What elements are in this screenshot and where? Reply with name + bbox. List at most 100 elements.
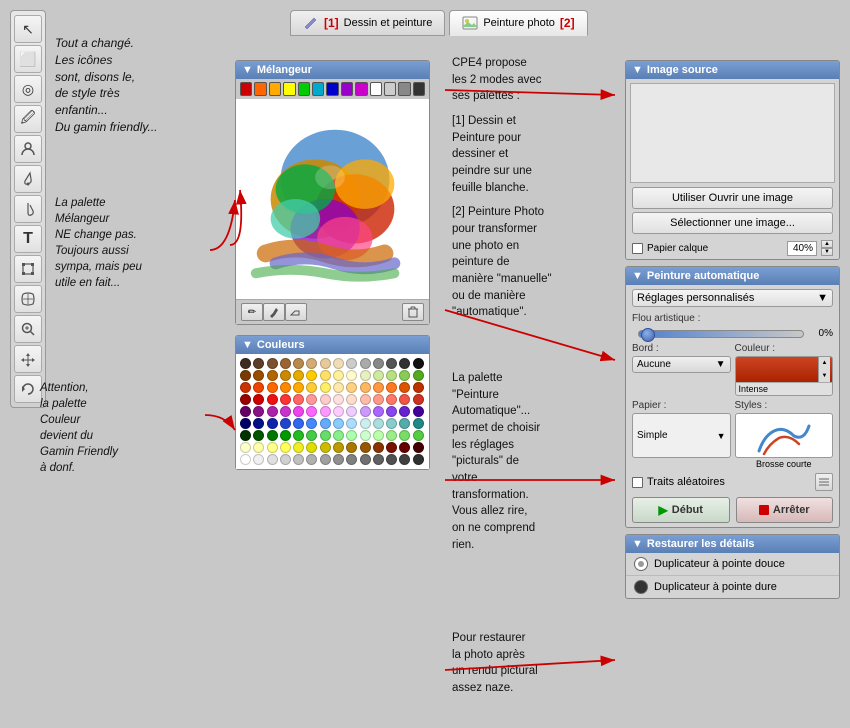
color-dot[interactable] xyxy=(360,394,371,405)
color-dot[interactable] xyxy=(399,382,410,393)
color-dot[interactable] xyxy=(399,406,410,417)
color-dot[interactable] xyxy=(360,382,371,393)
color-dot[interactable] xyxy=(293,406,304,417)
color-dot[interactable] xyxy=(320,382,331,393)
color-dot[interactable] xyxy=(306,382,317,393)
couleur-swatch[interactable]: ▲ ▼ Intense xyxy=(735,356,834,396)
color-dot[interactable] xyxy=(373,406,384,417)
color-dot[interactable] xyxy=(293,394,304,405)
color-dot[interactable] xyxy=(280,406,291,417)
color-dot[interactable] xyxy=(306,430,317,441)
color-dot[interactable] xyxy=(280,430,291,441)
color-dot[interactable] xyxy=(386,358,397,369)
color-dot[interactable] xyxy=(280,454,291,465)
color-dot[interactable] xyxy=(253,382,264,393)
swatch-red[interactable] xyxy=(240,82,252,96)
color-dot[interactable] xyxy=(360,442,371,453)
radio-douce[interactable] xyxy=(634,557,648,571)
color-dot[interactable] xyxy=(280,418,291,429)
color-dot[interactable] xyxy=(346,454,357,465)
color-dot[interactable] xyxy=(399,370,410,381)
color-dot[interactable] xyxy=(280,394,291,405)
flou-slider[interactable] xyxy=(638,330,804,338)
swatch-yellow[interactable] xyxy=(283,82,295,96)
color-dot[interactable] xyxy=(320,358,331,369)
color-dot[interactable] xyxy=(280,358,291,369)
arreter-button[interactable]: Arrêter xyxy=(736,497,834,523)
color-dot[interactable] xyxy=(253,358,264,369)
color-dot[interactable] xyxy=(240,418,251,429)
color-dot[interactable] xyxy=(280,442,291,453)
footer-dropper-btn[interactable] xyxy=(263,303,285,321)
tool-text[interactable]: T xyxy=(14,225,42,253)
color-dot[interactable] xyxy=(399,394,410,405)
swatch-white[interactable] xyxy=(370,82,382,96)
color-dot[interactable] xyxy=(399,358,410,369)
footer-trash-btn[interactable] xyxy=(402,303,424,321)
color-dot[interactable] xyxy=(413,454,424,465)
color-dot[interactable] xyxy=(293,418,304,429)
tool-clone[interactable] xyxy=(14,135,42,163)
color-dot[interactable] xyxy=(346,358,357,369)
color-dot[interactable] xyxy=(253,370,264,381)
tool-warp[interactable] xyxy=(14,285,42,313)
color-dot[interactable] xyxy=(267,442,278,453)
tool-brush[interactable] xyxy=(14,165,42,193)
swatch-gray[interactable] xyxy=(398,82,410,96)
color-dot[interactable] xyxy=(333,418,344,429)
color-dot[interactable] xyxy=(413,370,424,381)
color-dot[interactable] xyxy=(240,454,251,465)
tool-dropper[interactable]: 🖉 xyxy=(14,105,42,133)
swatch-magenta[interactable] xyxy=(355,82,367,96)
color-dot[interactable] xyxy=(333,382,344,393)
stepper-up[interactable]: ▲ xyxy=(821,240,833,248)
swatch-blue-green[interactable] xyxy=(312,82,324,96)
color-dot[interactable] xyxy=(267,370,278,381)
tool-zoom[interactable] xyxy=(14,315,42,343)
papier-preview[interactable]: Simple ▼ xyxy=(632,413,731,458)
swatch-green[interactable] xyxy=(298,82,310,96)
color-dot[interactable] xyxy=(267,394,278,405)
color-dot[interactable] xyxy=(240,406,251,417)
color-dot[interactable] xyxy=(373,382,384,393)
color-dot[interactable] xyxy=(399,454,410,465)
tool-transform[interactable] xyxy=(14,255,42,283)
color-dot[interactable] xyxy=(320,394,331,405)
traits-settings-btn[interactable] xyxy=(815,473,833,491)
color-dot[interactable] xyxy=(360,418,371,429)
bord-select[interactable]: Aucune ▼ xyxy=(632,356,731,373)
color-dot[interactable] xyxy=(333,394,344,405)
color-dot[interactable] xyxy=(333,358,344,369)
color-dot[interactable] xyxy=(333,406,344,417)
color-dot[interactable] xyxy=(267,382,278,393)
color-dot[interactable] xyxy=(413,430,424,441)
flou-thumb[interactable] xyxy=(641,328,655,342)
color-dot[interactable] xyxy=(386,418,397,429)
debut-button[interactable]: ▶ Début xyxy=(632,497,730,523)
color-dot[interactable] xyxy=(306,394,317,405)
color-dot[interactable] xyxy=(399,418,410,429)
tool-smudge[interactable] xyxy=(14,195,42,223)
color-dot[interactable] xyxy=(320,418,331,429)
color-dot[interactable] xyxy=(373,394,384,405)
swatch-blue[interactable] xyxy=(326,82,338,96)
color-dot[interactable] xyxy=(373,418,384,429)
tab-dessin-peinture[interactable]: [1] Dessin et peinture xyxy=(290,10,445,36)
color-dot[interactable] xyxy=(333,442,344,453)
color-dot[interactable] xyxy=(293,370,304,381)
color-dot[interactable] xyxy=(399,442,410,453)
open-image-btn[interactable]: Utiliser Ouvrir une image xyxy=(632,187,833,209)
color-dot[interactable] xyxy=(293,454,304,465)
color-dot[interactable] xyxy=(386,370,397,381)
color-dot[interactable] xyxy=(399,430,410,441)
tool-undo[interactable] xyxy=(14,375,42,403)
color-dot[interactable] xyxy=(240,394,251,405)
color-dot[interactable] xyxy=(373,442,384,453)
color-dot[interactable] xyxy=(373,358,384,369)
color-dot[interactable] xyxy=(360,430,371,441)
tool-move[interactable]: ↖ xyxy=(14,15,42,43)
color-dot[interactable] xyxy=(360,370,371,381)
transparency-stepper[interactable]: ▲ ▼ xyxy=(821,240,833,256)
footer-clear-btn[interactable] xyxy=(285,303,307,321)
preset-dropdown[interactable]: Réglages personnalisés ▼ xyxy=(632,289,833,307)
